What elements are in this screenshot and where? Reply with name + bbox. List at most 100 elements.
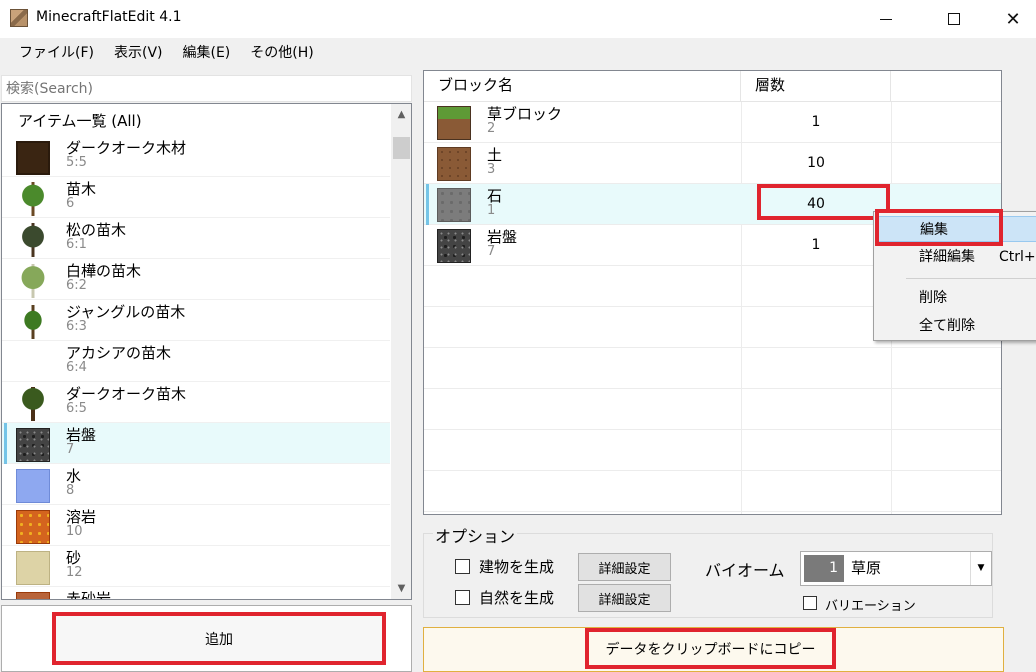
features-label: 自然を生成 bbox=[479, 589, 555, 607]
list-item[interactable]: 松の苗木 6:1 bbox=[2, 218, 390, 259]
block-layers[interactable]: 1 bbox=[741, 225, 891, 266]
list-item[interactable]: 岩盤 7 bbox=[2, 423, 390, 464]
variation-checkbox[interactable] bbox=[803, 596, 817, 610]
item-id: 8 bbox=[66, 483, 75, 498]
list-item[interactable]: ダークオーク苗木 6:5 bbox=[2, 382, 390, 423]
item-id: 6:3 bbox=[66, 319, 87, 334]
water-icon bbox=[16, 469, 50, 503]
block-id: 2 bbox=[487, 121, 496, 136]
dark-oak-planks-icon bbox=[16, 141, 50, 175]
item-id: 5:5 bbox=[66, 155, 87, 170]
list-item[interactable]: 白樺の苗木 6:2 bbox=[2, 259, 390, 300]
block-layers[interactable]: 1 bbox=[741, 102, 891, 143]
biome-label: バイオーム bbox=[705, 561, 785, 580]
grid-row-empty bbox=[424, 348, 1001, 389]
variation-label: バリエーション bbox=[825, 599, 916, 614]
close-icon: ✕ bbox=[1005, 8, 1021, 30]
scroll-down-icon[interactable]: ▼ bbox=[391, 578, 411, 599]
list-item[interactable]: 溶岩 10 bbox=[2, 505, 390, 546]
maximize-button[interactable] bbox=[931, 0, 977, 38]
item-name: 赤砂岩 bbox=[66, 590, 112, 600]
context-menu-detail-edit[interactable]: 詳細編集 Ctrl+S bbox=[876, 244, 1036, 270]
block-id: 1 bbox=[487, 203, 496, 218]
add-button[interactable]: 追加 bbox=[52, 612, 386, 665]
detail-edit-label: 詳細編集 bbox=[919, 249, 975, 265]
item-id: 6:4 bbox=[66, 360, 87, 375]
grid-row[interactable]: 土 3 10 bbox=[424, 143, 1001, 184]
item-list-header: アイテム一覧 (All) bbox=[18, 112, 142, 130]
search-input[interactable] bbox=[1, 75, 412, 102]
menu-edit[interactable]: 編集(E) bbox=[173, 38, 241, 69]
options-title: オプション bbox=[433, 523, 518, 547]
item-id: 6 bbox=[66, 196, 75, 211]
item-id: 7 bbox=[66, 442, 75, 457]
list-item[interactable]: 砂 12 bbox=[2, 546, 390, 587]
item-id: 6:1 bbox=[66, 237, 87, 252]
structures-label: 建物を生成 bbox=[479, 558, 555, 576]
item-list[interactable]: アイテム一覧 (All) ダークオーク木材 5:5 苗木 6 松の苗木 6:1 … bbox=[1, 103, 412, 600]
features-detail-button[interactable]: 詳細設定 bbox=[578, 584, 671, 612]
structures-checkbox[interactable] bbox=[455, 559, 470, 574]
block-layers[interactable]: 10 bbox=[741, 143, 891, 184]
list-item[interactable]: ダークオーク木材 5:5 bbox=[2, 136, 390, 177]
dark-oak-sapling-icon bbox=[16, 387, 50, 421]
grid-row-empty bbox=[424, 471, 1001, 512]
context-menu-delete-all[interactable]: 全て削除 bbox=[876, 313, 1036, 339]
item-id: 6:2 bbox=[66, 278, 87, 293]
red-sand-icon bbox=[16, 592, 50, 599]
menu-other[interactable]: その他(H) bbox=[240, 38, 323, 69]
features-checkbox[interactable] bbox=[455, 590, 470, 605]
spruce-sapling-icon bbox=[16, 223, 50, 257]
close-button[interactable]: ✕ bbox=[990, 0, 1036, 38]
sand-icon bbox=[16, 551, 50, 585]
grid-header: ブロック名 層数 bbox=[424, 71, 1001, 102]
scroll-thumb[interactable] bbox=[393, 137, 410, 159]
bedrock-icon bbox=[16, 428, 50, 462]
column-header-layers[interactable]: 層数 bbox=[741, 71, 891, 102]
copy-to-clipboard-button[interactable]: データをクリップボードにコピー bbox=[585, 628, 836, 669]
list-item[interactable]: 水 8 bbox=[2, 464, 390, 505]
menu-separator bbox=[906, 278, 1036, 279]
grid-row-empty bbox=[424, 389, 1001, 430]
grass-block-icon bbox=[437, 106, 471, 140]
list-item[interactable]: 苗木 6 bbox=[2, 177, 390, 218]
item-id: 10 bbox=[66, 524, 83, 539]
biome-id: 1 bbox=[804, 555, 844, 582]
title-bar: MinecraftFlatEdit 4.1 ✕ bbox=[0, 0, 1036, 38]
oak-sapling-icon bbox=[16, 182, 50, 216]
dirt-icon bbox=[437, 147, 471, 181]
item-id: 6:5 bbox=[66, 401, 87, 416]
bedrock-icon bbox=[437, 229, 471, 263]
biome-select[interactable]: 1 草原 ▼ bbox=[800, 551, 992, 586]
edit-menu-highlight bbox=[875, 209, 1003, 246]
biome-name: 草原 bbox=[851, 559, 882, 577]
minimize-button[interactable] bbox=[863, 0, 909, 38]
layers-cell-highlight bbox=[757, 184, 890, 220]
list-item[interactable]: ジャングルの苗木 6:3 bbox=[2, 300, 390, 341]
birch-sapling-icon bbox=[16, 264, 50, 298]
lava-icon bbox=[16, 510, 50, 544]
app-icon bbox=[10, 9, 28, 27]
column-header-name[interactable]: ブロック名 bbox=[424, 71, 741, 102]
detail-edit-shortcut: Ctrl+S bbox=[999, 249, 1036, 265]
block-id: 7 bbox=[487, 244, 496, 259]
maximize-icon bbox=[948, 13, 960, 25]
menu-bar: ファイル(F) 表示(V) 編集(E) その他(H) bbox=[0, 38, 1036, 69]
context-menu-delete[interactable]: 削除 bbox=[876, 285, 1036, 311]
acacia-sapling-icon bbox=[16, 346, 50, 380]
menu-view[interactable]: 表示(V) bbox=[104, 38, 173, 69]
list-item[interactable]: 赤砂岩 bbox=[2, 587, 390, 600]
chevron-down-icon[interactable]: ▼ bbox=[970, 552, 991, 585]
grid-row-empty bbox=[424, 430, 1001, 471]
structures-detail-button[interactable]: 詳細設定 bbox=[578, 553, 671, 581]
block-id: 3 bbox=[487, 162, 496, 177]
jungle-sapling-icon bbox=[16, 305, 50, 339]
menu-file[interactable]: ファイル(F) bbox=[9, 38, 104, 69]
item-id: 12 bbox=[66, 565, 83, 580]
grid-row[interactable]: 草ブロック 2 1 bbox=[424, 102, 1001, 143]
scroll-up-icon[interactable]: ▲ bbox=[391, 104, 411, 125]
list-item[interactable]: アカシアの苗木 6:4 bbox=[2, 341, 390, 382]
block-name: 草ブロック bbox=[487, 105, 563, 123]
stone-icon bbox=[437, 188, 471, 222]
list-scrollbar[interactable]: ▲ ▼ bbox=[391, 104, 411, 599]
